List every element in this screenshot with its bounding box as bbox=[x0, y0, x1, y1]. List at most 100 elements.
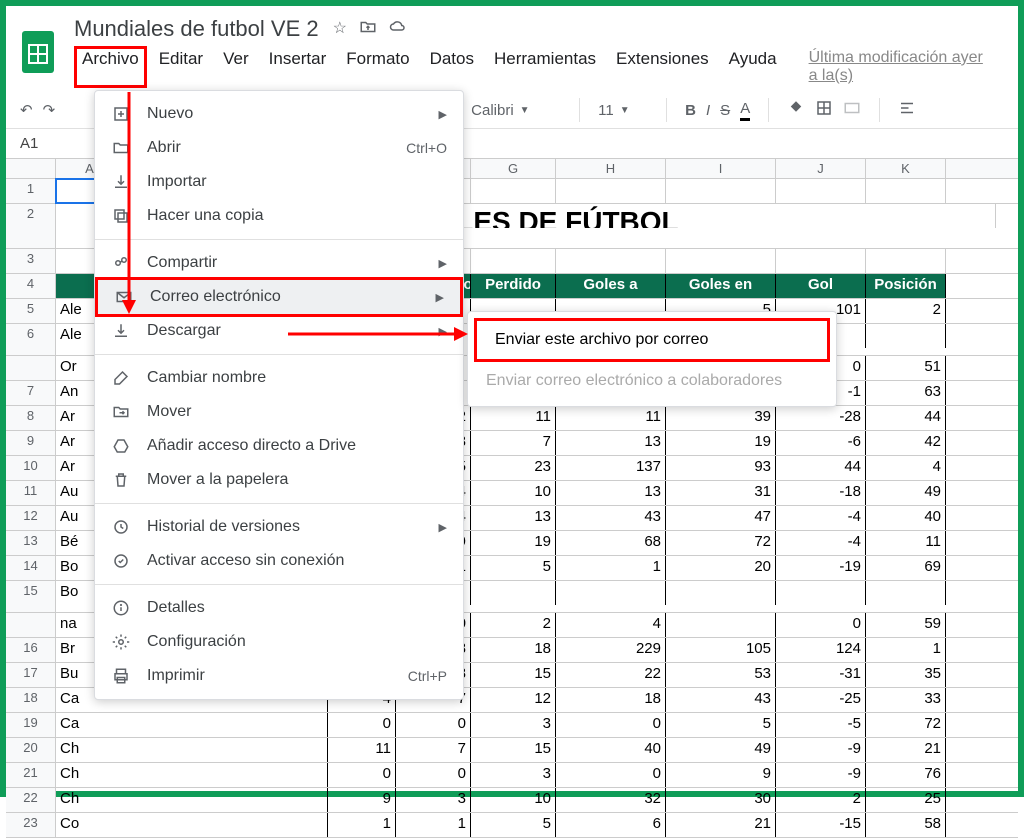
menu-item-cambiar-nombre[interactable]: Cambiar nombre bbox=[95, 361, 463, 395]
row-header[interactable]: 1 bbox=[6, 179, 56, 203]
cell[interactable]: 3 bbox=[471, 763, 556, 787]
cell[interactable]: 3 bbox=[396, 788, 471, 812]
cell[interactable]: Co bbox=[56, 813, 328, 837]
cell[interactable]: 13 bbox=[556, 481, 666, 505]
col-header[interactable]: J bbox=[776, 159, 866, 178]
row-header[interactable]: 23 bbox=[6, 813, 56, 837]
cell[interactable] bbox=[666, 613, 776, 637]
menu-formato[interactable]: Formato bbox=[338, 46, 417, 88]
menu-item-correo-electrónico[interactable]: Correo electrónico▶ bbox=[95, 277, 463, 317]
row-header[interactable]: 6 bbox=[6, 324, 56, 355]
cell[interactable]: 72 bbox=[866, 713, 946, 737]
cell[interactable] bbox=[866, 179, 946, 203]
cell[interactable]: 5 bbox=[666, 713, 776, 737]
cell[interactable]: 1 bbox=[866, 638, 946, 662]
cell[interactable]: 40 bbox=[866, 506, 946, 530]
menu-item-mover[interactable]: Mover bbox=[95, 395, 463, 429]
cell[interactable]: 47 bbox=[666, 506, 776, 530]
menu-item-nuevo[interactable]: Nuevo▶ bbox=[95, 97, 463, 131]
cell[interactable]: -18 bbox=[776, 481, 866, 505]
cell[interactable]: 18 bbox=[471, 638, 556, 662]
cell[interactable]: 4 bbox=[866, 456, 946, 480]
menu-item-abrir[interactable]: AbrirCtrl+O bbox=[95, 131, 463, 165]
cell[interactable]: 21 bbox=[666, 813, 776, 837]
menu-item-configuración[interactable]: Configuración bbox=[95, 625, 463, 659]
text-color-icon[interactable]: A bbox=[740, 100, 750, 121]
row-header[interactable]: 15 bbox=[6, 581, 56, 612]
cell[interactable]: Ca bbox=[56, 713, 328, 737]
send-file-by-email[interactable]: Enviar este archivo por correo bbox=[474, 318, 830, 362]
menu-editar[interactable]: Editar bbox=[151, 46, 211, 88]
cell[interactable]: 76 bbox=[866, 763, 946, 787]
redo-icon[interactable]: ↷ bbox=[43, 101, 56, 119]
cell[interactable]: 30 bbox=[666, 788, 776, 812]
cell[interactable] bbox=[866, 249, 946, 273]
cell[interactable]: Ch bbox=[56, 738, 328, 762]
row-header[interactable]: 18 bbox=[6, 688, 56, 712]
cell[interactable]: 23 bbox=[471, 456, 556, 480]
cell[interactable]: 9 bbox=[666, 763, 776, 787]
cell[interactable]: 0 bbox=[776, 613, 866, 637]
cell[interactable]: 7 bbox=[396, 738, 471, 762]
cell[interactable]: 68 bbox=[556, 531, 666, 555]
cell[interactable]: 0 bbox=[396, 713, 471, 737]
cell[interactable]: 13 bbox=[556, 431, 666, 455]
menu-item-hacer-una-copia[interactable]: Hacer una copia bbox=[95, 199, 463, 233]
row-header[interactable] bbox=[6, 613, 56, 637]
cell[interactable]: 0 bbox=[396, 763, 471, 787]
cell[interactable]: 43 bbox=[556, 506, 666, 530]
cell[interactable] bbox=[776, 249, 866, 273]
cell[interactable] bbox=[471, 249, 556, 273]
cell[interactable] bbox=[666, 581, 776, 605]
cell[interactable]: 3 bbox=[471, 713, 556, 737]
row-header[interactable]: 12 bbox=[6, 506, 56, 530]
row-header[interactable]: 5 bbox=[6, 299, 56, 323]
cell[interactable]: -6 bbox=[776, 431, 866, 455]
cell[interactable]: 20 bbox=[666, 556, 776, 580]
cell[interactable]: 11 bbox=[556, 406, 666, 430]
row-header[interactable]: 22 bbox=[6, 788, 56, 812]
cell[interactable]: 15 bbox=[471, 738, 556, 762]
cell[interactable]: 32 bbox=[556, 788, 666, 812]
menu-datos[interactable]: Datos bbox=[422, 46, 482, 88]
menu-item-activar-acceso-sin-conexión[interactable]: Activar acceso sin conexión bbox=[95, 544, 463, 578]
cell[interactable]: 39 bbox=[666, 406, 776, 430]
cell[interactable] bbox=[556, 581, 666, 605]
cell[interactable]: 1 bbox=[556, 556, 666, 580]
font-size-selector[interactable]: 11▼ bbox=[598, 102, 648, 119]
cell[interactable]: 51 bbox=[866, 356, 946, 380]
cell[interactable]: -28 bbox=[776, 406, 866, 430]
row-header[interactable]: 14 bbox=[6, 556, 56, 580]
col-header[interactable]: G bbox=[471, 159, 556, 178]
move-folder-icon[interactable] bbox=[359, 18, 377, 41]
cell[interactable]: -4 bbox=[776, 506, 866, 530]
cell[interactable] bbox=[666, 249, 776, 273]
cell[interactable]: 58 bbox=[866, 813, 946, 837]
cell[interactable] bbox=[471, 179, 556, 203]
menu-extensiones[interactable]: Extensiones bbox=[608, 46, 717, 88]
menu-herramientas[interactable]: Herramientas bbox=[486, 46, 604, 88]
cell[interactable] bbox=[866, 581, 946, 605]
font-selector[interactable]: Calibri▼ bbox=[471, 102, 561, 119]
cell[interactable]: 43 bbox=[666, 688, 776, 712]
cell[interactable]: 63 bbox=[866, 381, 946, 405]
menu-item-importar[interactable]: Importar bbox=[95, 165, 463, 199]
cell[interactable]: 35 bbox=[866, 663, 946, 687]
menu-item-imprimir[interactable]: ImprimirCtrl+P bbox=[95, 659, 463, 693]
menu-item-añadir-acceso-directo-a-drive[interactable]: Añadir acceso directo a Drive bbox=[95, 429, 463, 463]
col-header[interactable]: I bbox=[666, 159, 776, 178]
cell[interactable]: -9 bbox=[776, 763, 866, 787]
strike-icon[interactable]: S bbox=[720, 102, 730, 119]
cell[interactable]: 105 bbox=[666, 638, 776, 662]
row-header[interactable]: 3 bbox=[6, 249, 56, 273]
cell[interactable]: 7 bbox=[471, 431, 556, 455]
cell[interactable]: 22 bbox=[556, 663, 666, 687]
cell[interactable]: -31 bbox=[776, 663, 866, 687]
cell[interactable]: 59 bbox=[866, 613, 946, 637]
row-header[interactable]: 21 bbox=[6, 763, 56, 787]
cell[interactable]: 2 bbox=[471, 613, 556, 637]
cell[interactable]: Ch bbox=[56, 763, 328, 787]
cell[interactable]: 137 bbox=[556, 456, 666, 480]
cell[interactable]: -25 bbox=[776, 688, 866, 712]
cell[interactable]: 1 bbox=[328, 813, 396, 837]
